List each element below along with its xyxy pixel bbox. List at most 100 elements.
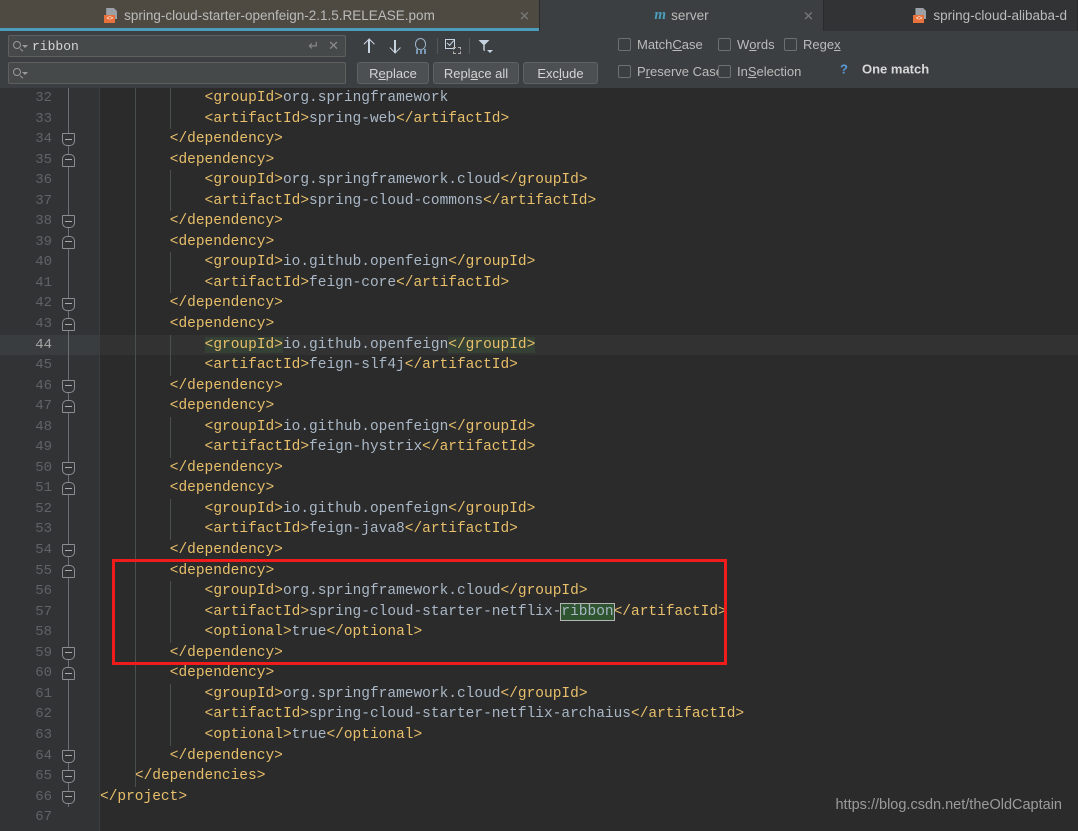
code-line[interactable]: 62 <artifactId>spring-cloud-starter-netfl… xyxy=(0,704,1078,725)
code-line[interactable]: 40 <groupId>io.github.openfeign</groupId> xyxy=(0,252,1078,273)
fold-toggle-icon[interactable] xyxy=(62,297,75,311)
in-selection-checkbox[interactable]: In Selection xyxy=(718,64,801,79)
fold-region-line xyxy=(68,88,69,808)
code-line[interactable]: 43 <dependency> xyxy=(0,314,1078,335)
fold-toggle-icon[interactable] xyxy=(62,379,75,393)
code-line[interactable]: 32 <groupId>org.springframework xyxy=(0,88,1078,109)
code-line[interactable]: 35 <dependency> xyxy=(0,150,1078,171)
checkbox-mnemonic: x xyxy=(834,37,841,52)
clear-search-icon[interactable]: ✕ xyxy=(328,38,339,54)
code-text: <optional>true</optional> xyxy=(205,622,423,643)
code-text: <dependency> xyxy=(170,314,274,335)
prev-occurrence-button[interactable] xyxy=(358,35,380,57)
words-checkbox[interactable]: Wo rds xyxy=(718,37,775,52)
code-text: <dependency> xyxy=(170,232,274,253)
fold-toggle-icon[interactable] xyxy=(62,461,75,475)
toolbar-separator xyxy=(437,38,438,54)
filter-button[interactable] xyxy=(474,35,496,57)
code-line[interactable]: 34 </dependency> xyxy=(0,129,1078,150)
code-line[interactable]: 46 </dependency> xyxy=(0,376,1078,397)
code-line[interactable]: 53 <artifactId>feign-java8</artifactId> xyxy=(0,519,1078,540)
code-line[interactable]: 50 </dependency> xyxy=(0,458,1078,479)
fold-toggle-icon[interactable] xyxy=(62,153,75,167)
checkbox-mnemonic: C xyxy=(672,37,682,52)
fold-toggle-icon[interactable] xyxy=(62,215,75,229)
code-line[interactable]: 33 <artifactId>spring-web</artifactId> xyxy=(0,109,1078,130)
code-token: <groupId> xyxy=(204,336,283,353)
code-token: <artifactId> xyxy=(204,706,310,723)
code-line[interactable]: 57 <artifactId>spring-cloud-starter-netfl… xyxy=(0,602,1078,623)
fold-toggle-icon[interactable] xyxy=(62,667,75,681)
code-line[interactable]: 48 <groupId>io.github.openfeign</groupId> xyxy=(0,417,1078,438)
replace-all-button[interactable]: Repl a ce all xyxy=(433,62,519,84)
code-line[interactable]: 56 <groupId>org.springframework.cloud</gr… xyxy=(0,581,1078,602)
fold-toggle-icon[interactable] xyxy=(62,400,75,414)
code-line[interactable]: 65 </dependencies> xyxy=(0,766,1078,787)
preserve-case-checkbox[interactable]: Pr eserve Case xyxy=(618,64,723,79)
code-line[interactable]: 55 <dependency> xyxy=(0,561,1078,582)
enter-icon[interactable]: ↵ xyxy=(308,38,319,54)
code-line[interactable]: 47 <dependency> xyxy=(0,396,1078,417)
fold-toggle-icon[interactable] xyxy=(62,770,75,784)
filter-icon xyxy=(477,39,493,54)
code-token: feign-hystrix xyxy=(309,439,423,456)
fold-toggle-icon[interactable] xyxy=(62,790,75,804)
replace-input[interactable] xyxy=(8,62,346,84)
code-line[interactable]: 60 <dependency> xyxy=(0,663,1078,684)
code-token: <dependency> xyxy=(169,398,275,415)
fold-toggle-icon[interactable] xyxy=(62,749,75,763)
find-all-button[interactable] xyxy=(410,35,432,57)
match-case-checkbox[interactable]: Match Case xyxy=(618,37,703,52)
fold-toggle-icon[interactable] xyxy=(62,133,75,147)
code-line[interactable]: 54 </dependency> xyxy=(0,540,1078,561)
editor-tab-server[interactable]: m server ✕ xyxy=(540,0,824,31)
replace-button[interactable]: Re place xyxy=(357,62,429,84)
checkbox-label: W xyxy=(737,37,750,52)
code-line[interactable]: 64 </dependency> xyxy=(0,746,1078,767)
code-text: <artifactId>spring-web</artifactId> xyxy=(205,109,510,130)
line-number: 43 xyxy=(35,316,52,333)
indent-guide xyxy=(169,334,171,376)
code-line[interactable]: 39 <dependency> xyxy=(0,232,1078,253)
code-line[interactable]: 41 <artifactId>feign-core</artifactId> xyxy=(0,273,1078,294)
fold-toggle-icon[interactable] xyxy=(62,544,75,558)
indent-guide xyxy=(169,499,171,541)
editor-tab-alibaba-pom[interactable]: <> spring-cloud-alibaba-d xyxy=(824,0,1078,31)
line-number: 42 xyxy=(35,295,52,312)
fold-toggle-icon[interactable] xyxy=(62,482,75,496)
regex-checkbox[interactable]: Rege x xyxy=(784,37,841,52)
code-text: <groupId>io.github.openfeign</groupId> xyxy=(204,335,536,356)
editor-tab-openfeign-pom[interactable]: <> spring-cloud-starter-openfeign-2.1.5.… xyxy=(0,0,540,31)
select-all-occurrences-button[interactable] xyxy=(442,35,464,57)
code-line[interactable]: 61 <groupId>org.springframework.cloud</gr… xyxy=(0,684,1078,705)
next-occurrence-button[interactable] xyxy=(384,35,406,57)
code-line[interactable]: 51 <dependency> xyxy=(0,478,1078,499)
code-line[interactable]: 59 </dependency> xyxy=(0,643,1078,664)
code-line[interactable]: 42 </dependency> xyxy=(0,293,1078,314)
code-line[interactable]: 44 <groupId>io.github.openfeign</groupId> xyxy=(0,334,1078,356)
code-line[interactable]: 52 <groupId>io.github.openfeign</groupId> xyxy=(0,499,1078,520)
search-input[interactable]: ribbon ↵ ✕ xyxy=(8,35,346,57)
code-editor[interactable]: 32 <groupId>org.springframework 33 <artifac… xyxy=(0,88,1078,831)
code-token: </artifactId> xyxy=(404,521,518,538)
exclude-button[interactable]: Exc l ude xyxy=(523,62,598,84)
code-line[interactable]: 45 <artifactId>feign-slf4j</artifactId> xyxy=(0,355,1078,376)
code-line[interactable]: 37 <artifactId>spring-cloud-commons</arti… xyxy=(0,191,1078,212)
fold-toggle-icon[interactable] xyxy=(62,646,75,660)
code-token: </dependency> xyxy=(169,131,283,148)
code-line[interactable]: 36 <groupId>org.springframework.cloud</gr… xyxy=(0,170,1078,191)
code-token: <artifactId> xyxy=(204,603,310,620)
code-line[interactable]: 38 </dependency> xyxy=(0,211,1078,232)
line-number: 44 xyxy=(35,336,52,353)
checkbox-label: P xyxy=(637,64,646,79)
fold-toggle-icon[interactable] xyxy=(62,318,75,332)
fold-toggle-icon[interactable] xyxy=(62,235,75,249)
tab-close-icon[interactable]: ✕ xyxy=(802,9,815,22)
code-line[interactable]: 58 <optional>true</optional> xyxy=(0,622,1078,643)
code-line[interactable]: 49 <artifactId>feign-hystrix</artifactId> xyxy=(0,437,1078,458)
code-line[interactable]: 63 <optional>true</optional> xyxy=(0,725,1078,746)
regex-help-icon[interactable]: ? xyxy=(840,62,848,77)
fold-toggle-icon[interactable] xyxy=(62,564,75,578)
line-number: 40 xyxy=(35,254,52,271)
tab-close-icon[interactable]: ✕ xyxy=(518,9,531,22)
